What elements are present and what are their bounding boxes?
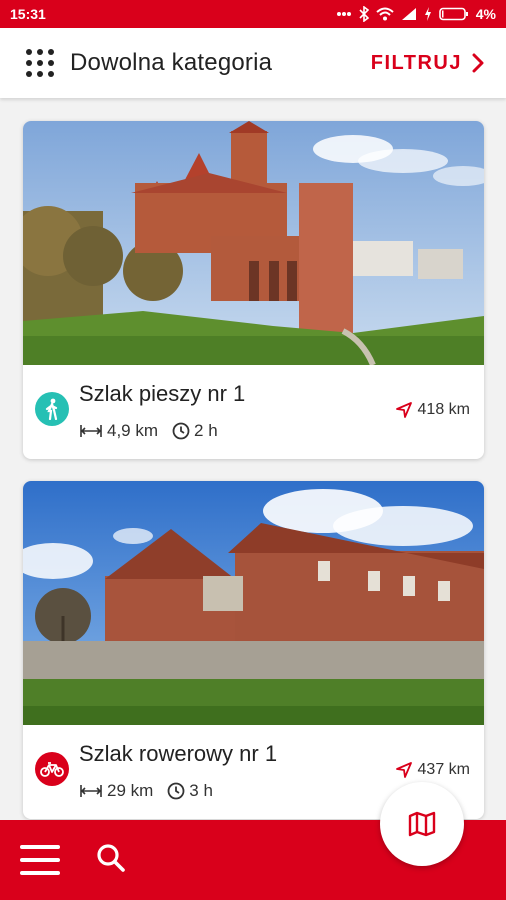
length-icon (80, 785, 102, 797)
route-photo (23, 121, 484, 365)
route-list[interactable]: Szlak pieszy nr 1 4,9 km 2 h 418 km Szla… (0, 98, 506, 820)
route-distance-value: 437 km (417, 761, 470, 778)
route-card[interactable]: Szlak rowerowy nr 1 29 km 3 h 437 km (23, 481, 484, 819)
filter-button[interactable]: FILTRUJ (371, 52, 484, 75)
bicycle-icon (35, 752, 69, 786)
route-duration: 3 h (189, 781, 213, 800)
categories-grid-icon[interactable] (24, 47, 56, 79)
route-distance: 437 km (395, 761, 470, 779)
clock-icon (172, 422, 190, 440)
route-photo (23, 481, 484, 725)
route-duration: 2 h (194, 421, 218, 440)
battery-percent: 4% (475, 6, 496, 22)
status-bar: 15:31 4% (0, 0, 506, 28)
menu-icon[interactable] (20, 845, 60, 875)
route-distance: 418 km (395, 401, 470, 419)
navigation-arrow-icon (395, 762, 412, 778)
wifi-icon (376, 7, 394, 21)
route-length: 4,9 km (107, 421, 159, 440)
route-info: Szlak pieszy nr 1 4,9 km 2 h 418 km (23, 365, 484, 459)
filter-label: FILTRUJ (370, 51, 462, 74)
bluetooth-icon (359, 6, 369, 22)
length-icon (80, 425, 102, 437)
app-bar: Dowolna kategoria FILTRUJ (0, 28, 506, 98)
route-title: Szlak rowerowy nr 1 (79, 741, 278, 766)
battery-icon (438, 7, 468, 21)
more-dots-icon (336, 12, 351, 16)
status-time: 15:31 (10, 6, 46, 22)
route-title: Szlak pieszy nr 1 (79, 381, 246, 406)
hiking-icon (35, 392, 69, 426)
route-length: 29 km (107, 781, 154, 800)
status-icons: 4% (336, 6, 496, 22)
clock-icon (167, 782, 185, 800)
chevron-right-icon (472, 53, 484, 73)
category-title[interactable]: Dowolna kategoria (70, 49, 272, 77)
route-meta: 4,9 km 2 h (79, 421, 218, 441)
map-icon (408, 811, 436, 837)
search-icon[interactable] (96, 843, 126, 878)
route-distance-value: 418 km (417, 401, 470, 418)
signal-icon (401, 8, 416, 20)
navigation-arrow-icon (395, 402, 412, 418)
route-card[interactable]: Szlak pieszy nr 1 4,9 km 2 h 418 km (23, 121, 484, 459)
charging-icon (424, 7, 431, 21)
route-meta: 29 km 3 h (79, 781, 213, 801)
map-button[interactable] (380, 782, 464, 866)
